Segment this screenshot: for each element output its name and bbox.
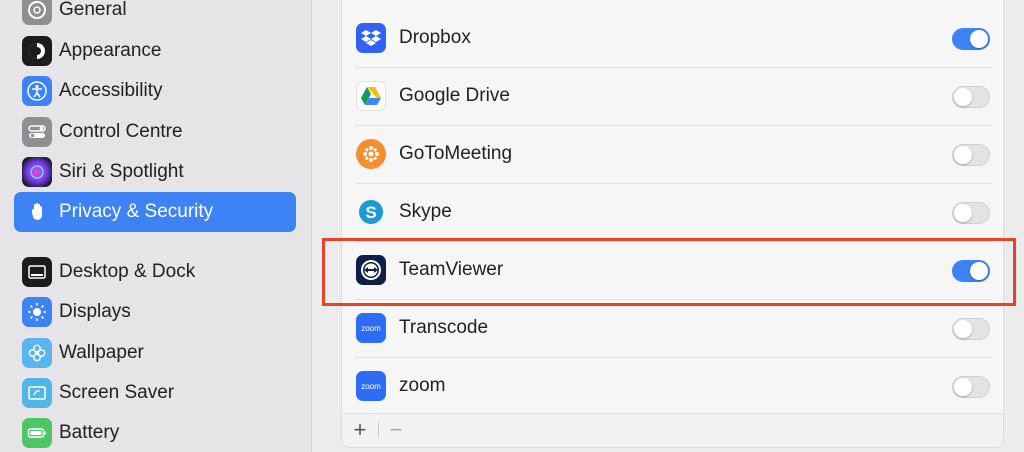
sidebar-item-accessibility[interactable]: Accessibility xyxy=(14,71,296,111)
sidebar-item-wallpaper[interactable]: Wallpaper xyxy=(14,333,296,373)
sidebar-item-label: Screen Saver xyxy=(59,382,175,403)
sidebar-item-label: Battery xyxy=(59,422,120,443)
gotomeeting-icon xyxy=(356,139,386,169)
app-name: zoom xyxy=(399,375,446,396)
app-name: Dropbox xyxy=(399,27,471,48)
app-name: Skype xyxy=(399,201,452,222)
toggle-knob xyxy=(954,88,972,106)
teamviewer-toggle[interactable] xyxy=(952,260,990,282)
list-item[interactable]: zoom Transcode xyxy=(342,300,1005,358)
list-item[interactable]: TeamViewer xyxy=(342,242,1005,300)
remove-button[interactable]: − xyxy=(382,418,410,442)
app-name: Google Drive xyxy=(399,85,510,106)
sidebar-item-battery[interactable]: Battery xyxy=(14,413,296,452)
zoom-toggle[interactable] xyxy=(952,376,990,398)
toggle-knob xyxy=(954,146,972,164)
flower-icon xyxy=(22,338,52,368)
screen-saver-icon xyxy=(22,378,52,408)
list-toolbar: + − xyxy=(342,413,1003,447)
siri-icon xyxy=(22,157,52,187)
app-name: Transcode xyxy=(399,317,489,338)
toggle-knob xyxy=(970,262,988,280)
zoom-icon-text: zoom xyxy=(361,381,381,391)
control-centre-icon xyxy=(22,117,52,147)
dropbox-icon xyxy=(356,23,386,53)
list-item[interactable]: S Skype xyxy=(342,184,1005,242)
sidebar-item-label: Wallpaper xyxy=(59,342,144,363)
list-item[interactable]: Google Drive xyxy=(342,68,1005,126)
sidebar-item-label: Control Centre xyxy=(59,121,183,142)
skype-toggle[interactable] xyxy=(952,202,990,224)
google-drive-toggle[interactable] xyxy=(952,86,990,108)
sidebar-item-siri-spotlight[interactable]: Siri & Spotlight xyxy=(14,152,296,192)
sidebar-item-screen-saver[interactable]: Screen Saver xyxy=(14,373,296,413)
gear-icon xyxy=(22,0,52,25)
zoom-icon: zoom xyxy=(356,371,386,401)
sun-icon xyxy=(22,297,52,327)
app-name: GoToMeeting xyxy=(399,143,513,164)
add-button[interactable]: + xyxy=(346,418,374,442)
sidebar-item-label: Accessibility xyxy=(59,80,163,101)
hand-icon xyxy=(22,197,52,227)
sidebar-item-displays[interactable]: Displays xyxy=(14,292,296,332)
sidebar-item-desktop-dock[interactable]: Desktop & Dock xyxy=(14,252,296,292)
sidebar-item-label: Siri & Spotlight xyxy=(59,161,184,182)
app-name: TeamViewer xyxy=(399,259,504,280)
list-item[interactable]: zoom zoom xyxy=(342,358,1005,416)
gotomeeting-toggle[interactable] xyxy=(952,144,990,166)
dropbox-toggle[interactable] xyxy=(952,28,990,50)
divider xyxy=(378,422,379,438)
accessibility-icon xyxy=(22,76,52,106)
toggle-knob xyxy=(954,204,972,222)
list-item[interactable]: Dropbox xyxy=(342,10,1005,68)
toggle-knob xyxy=(954,320,972,338)
sidebar-item-label: Privacy & Security xyxy=(59,201,214,222)
sidebar-item-general[interactable]: General xyxy=(14,0,296,30)
content-pane: Dropbox Google Drive GoToMeeting S Skype… xyxy=(313,0,1024,452)
zoom-icon: zoom xyxy=(356,313,386,343)
app-list: Dropbox Google Drive GoToMeeting S Skype… xyxy=(341,0,1004,448)
sidebar-item-label: Appearance xyxy=(59,40,162,61)
toggle-knob xyxy=(954,378,972,396)
dock-icon xyxy=(22,257,52,287)
sidebar-item-appearance[interactable]: Appearance xyxy=(14,31,296,71)
list-item[interactable]: GoToMeeting xyxy=(342,126,1005,184)
sidebar-item-label: General xyxy=(59,0,127,20)
svg-text:S: S xyxy=(365,203,376,222)
zoom-icon-text: zoom xyxy=(361,323,381,333)
battery-icon xyxy=(22,418,52,448)
transcode-toggle[interactable] xyxy=(952,318,990,340)
teamviewer-icon xyxy=(356,255,386,285)
sidebar-item-label: Displays xyxy=(59,301,131,322)
sidebar-item-privacy-security[interactable]: Privacy & Security xyxy=(14,192,296,232)
google-drive-icon xyxy=(356,81,386,111)
sidebar-item-control-centre[interactable]: Control Centre xyxy=(14,112,296,152)
skype-icon: S xyxy=(356,197,386,227)
appearance-icon xyxy=(22,36,52,66)
sidebar-item-label: Desktop & Dock xyxy=(59,261,196,282)
toggle-knob xyxy=(970,30,988,48)
sidebar: General Appearance Accessibility Control… xyxy=(0,0,312,452)
